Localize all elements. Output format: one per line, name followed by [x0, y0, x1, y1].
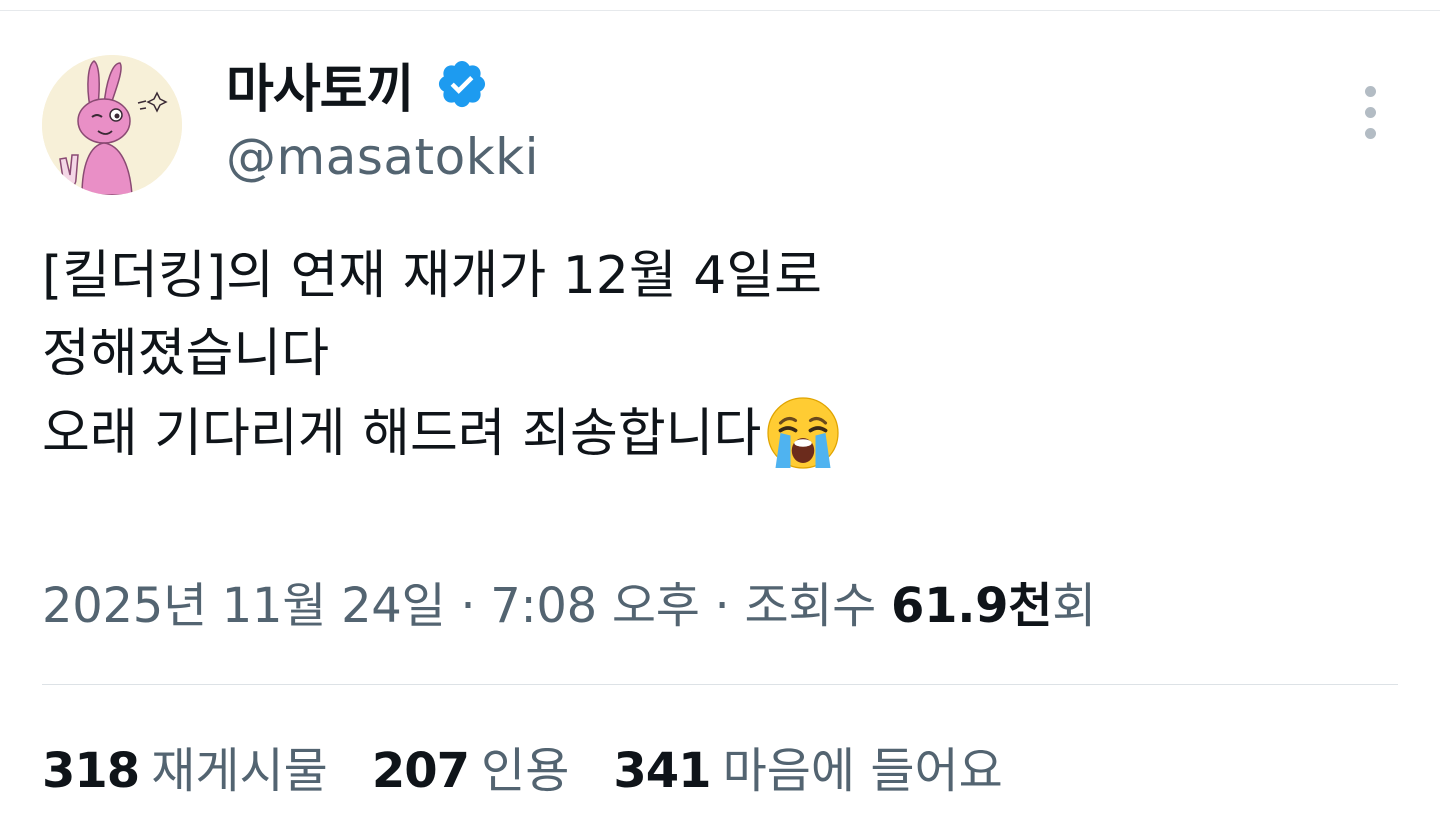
meta-separator: · [445, 578, 491, 634]
quotes-count: 207 [371, 743, 470, 799]
tweet-time[interactable]: 7:08 오후 [490, 578, 700, 634]
likes-count: 341 [613, 743, 711, 799]
tweet-line: 정해졌습니다 [42, 324, 330, 384]
engagement-stats: 318 재게시물 207 인용 341 마음에 들어요 [42, 728, 1003, 804]
more-vertical-icon [1364, 85, 1376, 97]
reposts-stat[interactable]: 318 재게시물 [42, 731, 328, 801]
views-suffix: 회 [1052, 578, 1096, 634]
divider [42, 684, 1398, 685]
tweet-meta: 2025년 11월 24일 · 7:08 오후 · 조회수 61.9천회 [42, 566, 1096, 636]
more-dot [1364, 106, 1376, 118]
tweet-date[interactable]: 2025년 11월 24일 [42, 578, 446, 634]
author-name-row: 마사토끼 [226, 52, 489, 120]
tweet-text: [킬더킹]의 연재 재개가 12월 4일로 정해졌습니다 오래 기다리게 해드려… [42, 237, 1402, 473]
quotes-label: 인용 [481, 743, 570, 799]
likes-label: 마음에 들어요 [722, 743, 1003, 799]
quotes-stat[interactable]: 207 인용 [372, 731, 570, 801]
verified-badge-icon[interactable] [435, 57, 489, 111]
more-options-button[interactable] [1350, 82, 1390, 142]
author-handle[interactable]: @masatokki [226, 128, 539, 186]
top-divider [0, 10, 1440, 11]
reposts-count: 318 [42, 743, 140, 799]
tweet-line: 오래 기다리게 해드려 죄송합니다 [42, 404, 762, 464]
meta-separator: · [699, 578, 745, 634]
loudly-crying-face-icon [767, 397, 839, 469]
likes-stat[interactable]: 341 마음에 들어요 [613, 731, 1002, 801]
display-name[interactable]: 마사토끼 [226, 47, 414, 122]
reposts-label: 재게시물 [151, 743, 328, 799]
avatar[interactable] [42, 55, 182, 195]
pink-rabbit-avatar-icon [42, 55, 182, 195]
views-prefix: 조회수 [744, 578, 891, 634]
views-count: 61.9천 [891, 578, 1053, 634]
tweet-line: [킬더킹]의 연재 재개가 12월 4일로 [42, 246, 823, 306]
more-dot [1364, 127, 1376, 139]
tweet-line-with-emoji: 오래 기다리게 해드려 죄송합니다 [42, 393, 1402, 473]
